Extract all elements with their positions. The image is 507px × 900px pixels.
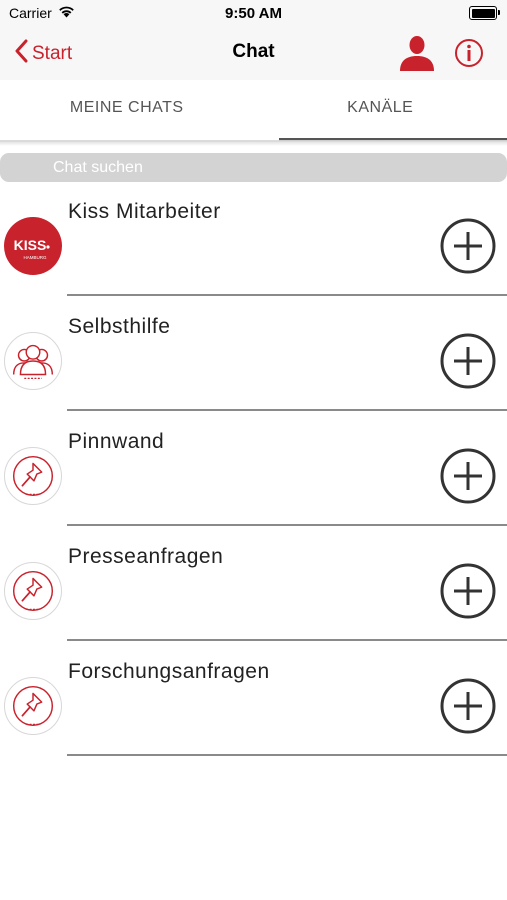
- battery-icon: [469, 6, 500, 20]
- list-item[interactable]: Presseanfragen: [0, 532, 507, 647]
- logo-hamburg-text: HAMBURG: [23, 255, 47, 260]
- list-item[interactable]: Pinnwand: [0, 417, 507, 532]
- channel-list: KISS HAMBURG Kiss Mitarbeiter Selbsthilf…: [0, 187, 507, 762]
- group-icon: [4, 332, 62, 390]
- back-button[interactable]: Start: [14, 39, 72, 69]
- profile-icon[interactable]: [398, 35, 436, 71]
- pushpin-icon: [4, 562, 62, 620]
- list-item[interactable]: Selbsthilfe: [0, 302, 507, 417]
- divider: [67, 294, 507, 296]
- divider: [67, 754, 507, 756]
- kiss-logo-icon: KISS HAMBURG: [4, 217, 62, 275]
- navigation-bar: Start Chat: [0, 28, 507, 80]
- clock: 9:50 AM: [225, 5, 282, 22]
- add-channel-button[interactable]: [440, 678, 496, 734]
- search-input[interactable]: [0, 153, 507, 182]
- channel-name: Selbsthilfe: [68, 315, 171, 338]
- add-channel-button[interactable]: [440, 563, 496, 619]
- chevron-left-icon: [14, 39, 28, 69]
- tab-meine-chats[interactable]: MEINE CHATS: [0, 80, 254, 141]
- logo-kiss-text: KISS: [14, 237, 47, 253]
- add-channel-button[interactable]: [440, 218, 496, 274]
- back-label: Start: [32, 43, 73, 64]
- divider: [67, 409, 507, 411]
- channel-name: Presseanfragen: [68, 545, 224, 568]
- add-channel-button[interactable]: [440, 333, 496, 389]
- tab-bar: MEINE CHATS KANÄLE: [0, 80, 507, 142]
- channel-name: Kiss Mitarbeiter: [68, 200, 221, 223]
- info-icon[interactable]: [454, 38, 484, 68]
- tab-kanaele[interactable]: KANÄLE: [254, 80, 507, 141]
- divider: [67, 524, 507, 526]
- list-item[interactable]: Forschungsanfragen: [0, 647, 507, 762]
- status-bar: Carrier 9:50 AM: [0, 0, 507, 28]
- divider: [67, 639, 507, 641]
- pushpin-icon: [4, 447, 62, 505]
- channel-name: Forschungsanfragen: [68, 660, 270, 683]
- add-channel-button[interactable]: [440, 448, 496, 504]
- list-item[interactable]: KISS HAMBURG Kiss Mitarbeiter: [0, 187, 507, 302]
- search-bar: [0, 153, 507, 182]
- tab-bar-shadow: [0, 140, 507, 146]
- channel-name: Pinnwand: [68, 430, 165, 453]
- pushpin-icon: [4, 677, 62, 735]
